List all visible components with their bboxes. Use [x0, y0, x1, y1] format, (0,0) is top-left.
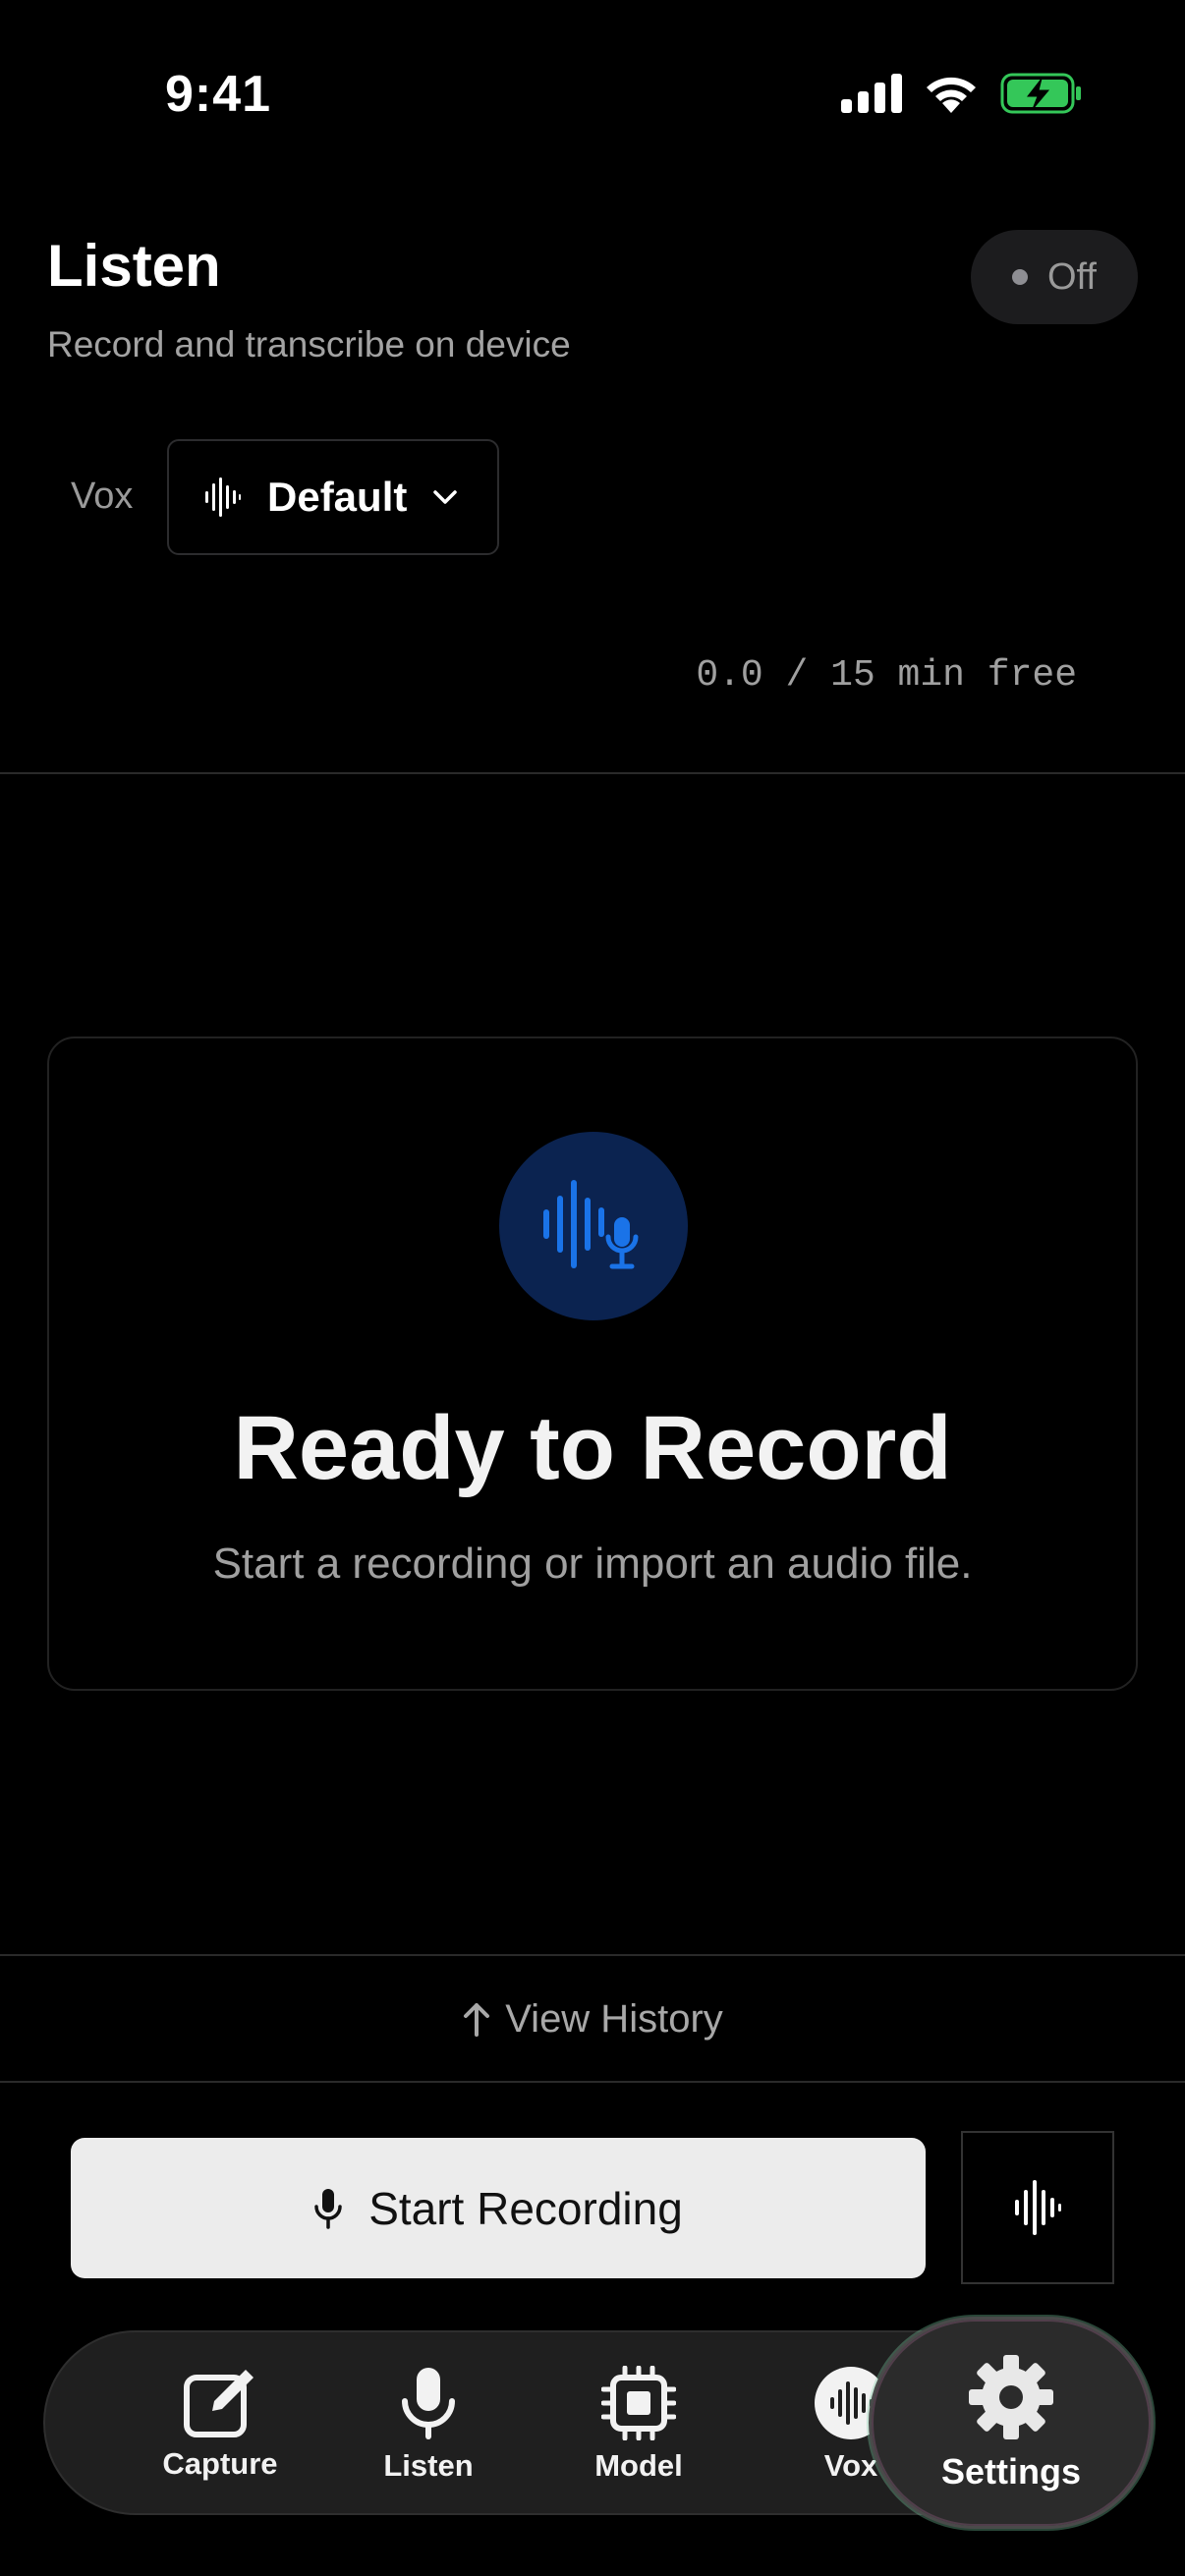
edit-square-icon [184, 2370, 254, 2437]
page-subtitle: Record and transcribe on device [47, 324, 571, 364]
usage-meter: 0.0 / 15 min free [696, 654, 1077, 697]
tab-listen-label: Listen [383, 2448, 474, 2483]
waveform-icon [1015, 2180, 1061, 2235]
gear-icon [969, 2355, 1053, 2439]
page-title: Listen [47, 233, 221, 299]
vox-select-value: Default [267, 474, 408, 520]
chevron-down-icon [433, 490, 458, 504]
waveform-icon [205, 477, 241, 517]
view-history-label: View History [505, 1996, 723, 2041]
chip-icon [601, 2366, 676, 2440]
tab-settings-label: Settings [940, 2451, 1081, 2492]
status-toggle-label: Off [1047, 255, 1097, 298]
empty-state-subtitle: Start a recording or import an audio fil… [212, 1540, 973, 1588]
microphone-icon [402, 2368, 455, 2439]
tab-listen[interactable]: Listen [350, 2332, 507, 2517]
vox-label: Vox [71, 476, 134, 517]
tab-capture-label: Capture [162, 2446, 278, 2481]
battery-charging-icon [1000, 73, 1081, 114]
status-bar: 9:41 [0, 0, 1185, 187]
empty-state-icon-circle [499, 1132, 688, 1320]
microphone-icon [314, 2188, 342, 2229]
status-dot-icon [1012, 269, 1028, 285]
wifi-icon [927, 77, 976, 113]
divider-history-top [0, 1954, 1185, 1956]
divider-top [0, 772, 1185, 774]
tab-settings[interactable]: Settings [869, 2317, 1154, 2529]
tab-vox-label: Vox [823, 2448, 878, 2483]
recording-status-toggle[interactable]: Off [971, 230, 1138, 324]
tab-model-label: Model [594, 2448, 683, 2483]
vox-select-dropdown[interactable]: Default [167, 439, 499, 555]
arrow-up-icon [464, 2003, 490, 2037]
listen-screen: 9:41 Listen Record and transcribe on dev… [0, 0, 1185, 2576]
start-recording-button[interactable]: Start Recording [71, 2138, 926, 2278]
status-icons [841, 73, 1083, 114]
start-recording-label: Start Recording [368, 2182, 683, 2234]
waveform-microphone-icon [543, 1180, 639, 1269]
cellular-icon [841, 74, 902, 113]
tab-capture[interactable]: Capture [141, 2332, 299, 2517]
divider-history-bottom [0, 2081, 1185, 2083]
status-time: 9:41 [165, 66, 272, 123]
view-history-button[interactable]: View History [0, 1957, 1185, 2081]
empty-state-card: Ready to Record Start a recording or imp… [47, 1036, 1138, 1691]
tab-model[interactable]: Model [560, 2332, 717, 2517]
vox-quick-button[interactable] [961, 2131, 1114, 2284]
empty-state-title: Ready to Record [233, 1398, 952, 1498]
